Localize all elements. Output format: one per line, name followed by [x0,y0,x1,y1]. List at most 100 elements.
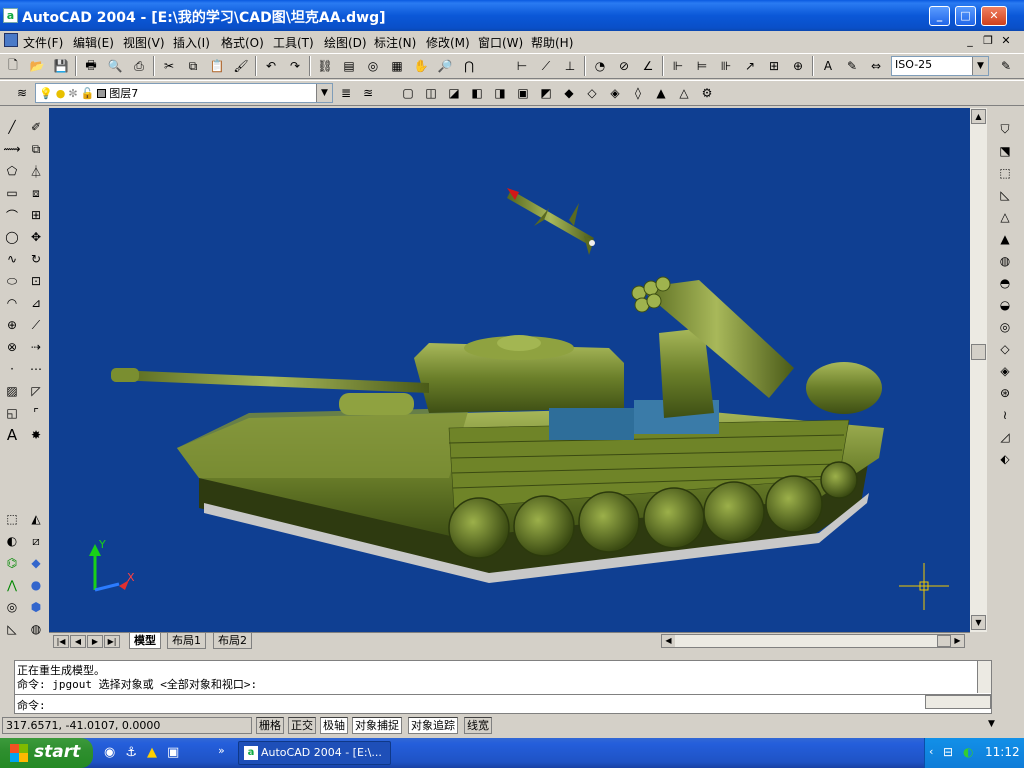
cut-icon[interactable]: ✂ [159,56,179,76]
status-menu-arrow-icon[interactable]: ▼ [988,719,995,729]
toggle-otrack[interactable]: 对象追踪 [408,717,458,734]
print-preview-icon[interactable]: 🔍 [105,56,125,76]
extend-icon[interactable]: ⇢ [24,336,48,358]
scroll-down-button[interactable]: ▼ [971,615,986,630]
ruled-surface-icon[interactable]: ◿ [993,426,1017,448]
insert-block-icon[interactable]: ⊕ [0,314,24,336]
cone-solid-icon[interactable]: ⋀ [0,574,24,596]
tab-model[interactable]: 模型 [129,633,161,649]
shade-icon[interactable]: ◆ [24,552,48,574]
toggle-osnap[interactable]: 对象捕捉 [352,717,402,734]
copy-object-icon[interactable]: ⧉ [24,138,48,160]
section-plane-icon[interactable]: ⛉ [993,118,1017,140]
hyperlink-icon[interactable]: ⛓ [315,56,335,76]
array-icon[interactable]: ⊞ [24,204,48,226]
ordinate-dim-icon[interactable]: ⊥ [560,56,580,76]
command-scrollbar[interactable] [977,661,991,693]
dish-icon[interactable]: ◒ [993,294,1017,316]
doc-close-button[interactable]: ✕ [998,34,1014,48]
menu-help[interactable]: 帮助(H) [531,34,573,51]
trim-icon[interactable]: ⟋ [24,314,48,336]
gouraud-icon[interactable]: ● [24,574,48,596]
open-icon[interactable]: 📂 [27,56,47,76]
torus-3d-icon[interactable]: ◎ [993,316,1017,338]
dim-style-icon[interactable]: ✎ [996,56,1016,76]
scale-icon[interactable]: ⊡ [24,270,48,292]
baseline-dim-icon[interactable]: ⊨ [692,56,712,76]
sw-iso-icon[interactable]: ◆ [559,83,579,103]
erase-icon[interactable]: ✐ [24,116,48,138]
revolved-surface-icon[interactable]: ◈ [993,360,1017,382]
layer-previous-icon[interactable]: ≊ [358,83,378,103]
menu-tools[interactable]: 工具(T) [273,34,314,51]
pan-icon[interactable]: ✋ [411,56,431,76]
tool-palettes-icon[interactable]: ▦ [387,56,407,76]
cylinder-solid-icon[interactable]: ⌬ [0,552,24,574]
text-icon[interactable]: A [0,424,24,446]
circle-icon[interactable]: ◯ [0,226,24,248]
chevron-down-icon[interactable]: ▼ [316,84,332,102]
make-block-icon[interactable]: ⊗ [0,336,24,358]
ellipse-arc-icon[interactable]: ◠ [0,292,24,314]
sphere-solid-icon[interactable]: ◐ [0,530,24,552]
dim-text-edit-icon[interactable]: ✎ [842,56,862,76]
spline-icon[interactable]: ∿ [0,248,24,270]
scroll-thumb[interactable] [971,344,986,360]
left-view-icon[interactable]: ◧ [467,83,487,103]
render-icon[interactable]: ▲ [651,83,671,103]
network-icon[interactable]: ⊟ [943,745,953,759]
doc-minimize-button[interactable]: _ [962,34,978,48]
break-icon[interactable]: ⋯ [24,358,48,380]
chevron-down-icon[interactable]: ▼ [972,57,988,75]
tray-expand-icon[interactable]: ‹ [929,745,933,758]
undo-icon[interactable]: ↶ [261,56,281,76]
zoom-realtime-icon[interactable]: 🔎 [435,56,455,76]
dim-edit-icon[interactable]: A [818,56,838,76]
save-icon[interactable]: 💾 [51,56,71,76]
torus-solid-icon[interactable]: ◎ [0,596,24,618]
orbit-icon[interactable]: ⊛ [993,382,1017,404]
design-center-icon[interactable]: ◎ [363,56,383,76]
properties-icon[interactable]: ▤ [339,56,359,76]
ellipse-icon[interactable]: ⬭ [0,270,24,292]
scroll-up-button[interactable]: ▲ [971,109,986,124]
construction-line-icon[interactable]: ⟿ [0,138,24,160]
vertical-scrollbar[interactable]: ▲ ▼ [970,108,987,632]
wedge-solid-icon[interactable]: ◺ [0,618,24,640]
rectangle-icon[interactable]: ▭ [0,182,24,204]
back-view-icon[interactable]: ◩ [536,83,556,103]
menu-window[interactable]: 窗口(W) [478,34,523,51]
polygon-icon[interactable]: ⬠ [0,160,24,182]
menu-draw[interactable]: 绘图(D) [324,34,367,51]
menu-insert[interactable]: 插入(I) [173,34,210,51]
wireframe-icon[interactable]: ⬔ [993,140,1017,162]
app-icon[interactable]: a [3,8,18,23]
toggle-grid[interactable]: 栅格 [256,717,284,734]
start-button[interactable]: start [0,738,93,768]
chamfer-icon[interactable]: ◸ [24,380,48,402]
linear-dim-icon[interactable]: ⊢ [512,56,532,76]
toggle-lineweight[interactable]: 线宽 [464,717,492,734]
dome-icon[interactable]: ◓ [993,272,1017,294]
pyramid-icon[interactable]: △ [993,206,1017,228]
scroll-left-button[interactable]: ◀ [662,635,675,647]
region-icon[interactable]: ◱ [0,402,24,424]
tab-layout1[interactable]: 布局1 [167,633,206,649]
anchor-icon[interactable]: ⚓ [125,745,137,760]
box-3d-icon[interactable]: ⬚ [993,162,1017,184]
quick-dim-icon[interactable]: ⊩ [668,56,688,76]
doc-restore-button[interactable]: ❐ [980,34,996,48]
center-mark-icon[interactable]: ⊕ [788,56,808,76]
tab-layout2[interactable]: 布局2 [213,633,252,649]
tray-app-icon[interactable]: ◐ [963,745,973,759]
first-tab-button[interactable]: |◀ [53,635,69,648]
mirror-icon[interactable]: ⏃ [24,160,48,182]
menu-modify[interactable]: 修改(M) [426,34,470,51]
slice-icon[interactable]: ⧄ [24,530,48,552]
menu-dimension[interactable]: 标注(N) [374,34,416,51]
layer-manager-icon[interactable]: ≋ [12,83,32,103]
new-icon[interactable]: 🗋 [3,56,23,76]
explode-icon[interactable]: ✸ [24,424,48,446]
quicklaunch-more-icon[interactable]: » [218,744,225,757]
scene-icon[interactable]: △ [674,83,694,103]
